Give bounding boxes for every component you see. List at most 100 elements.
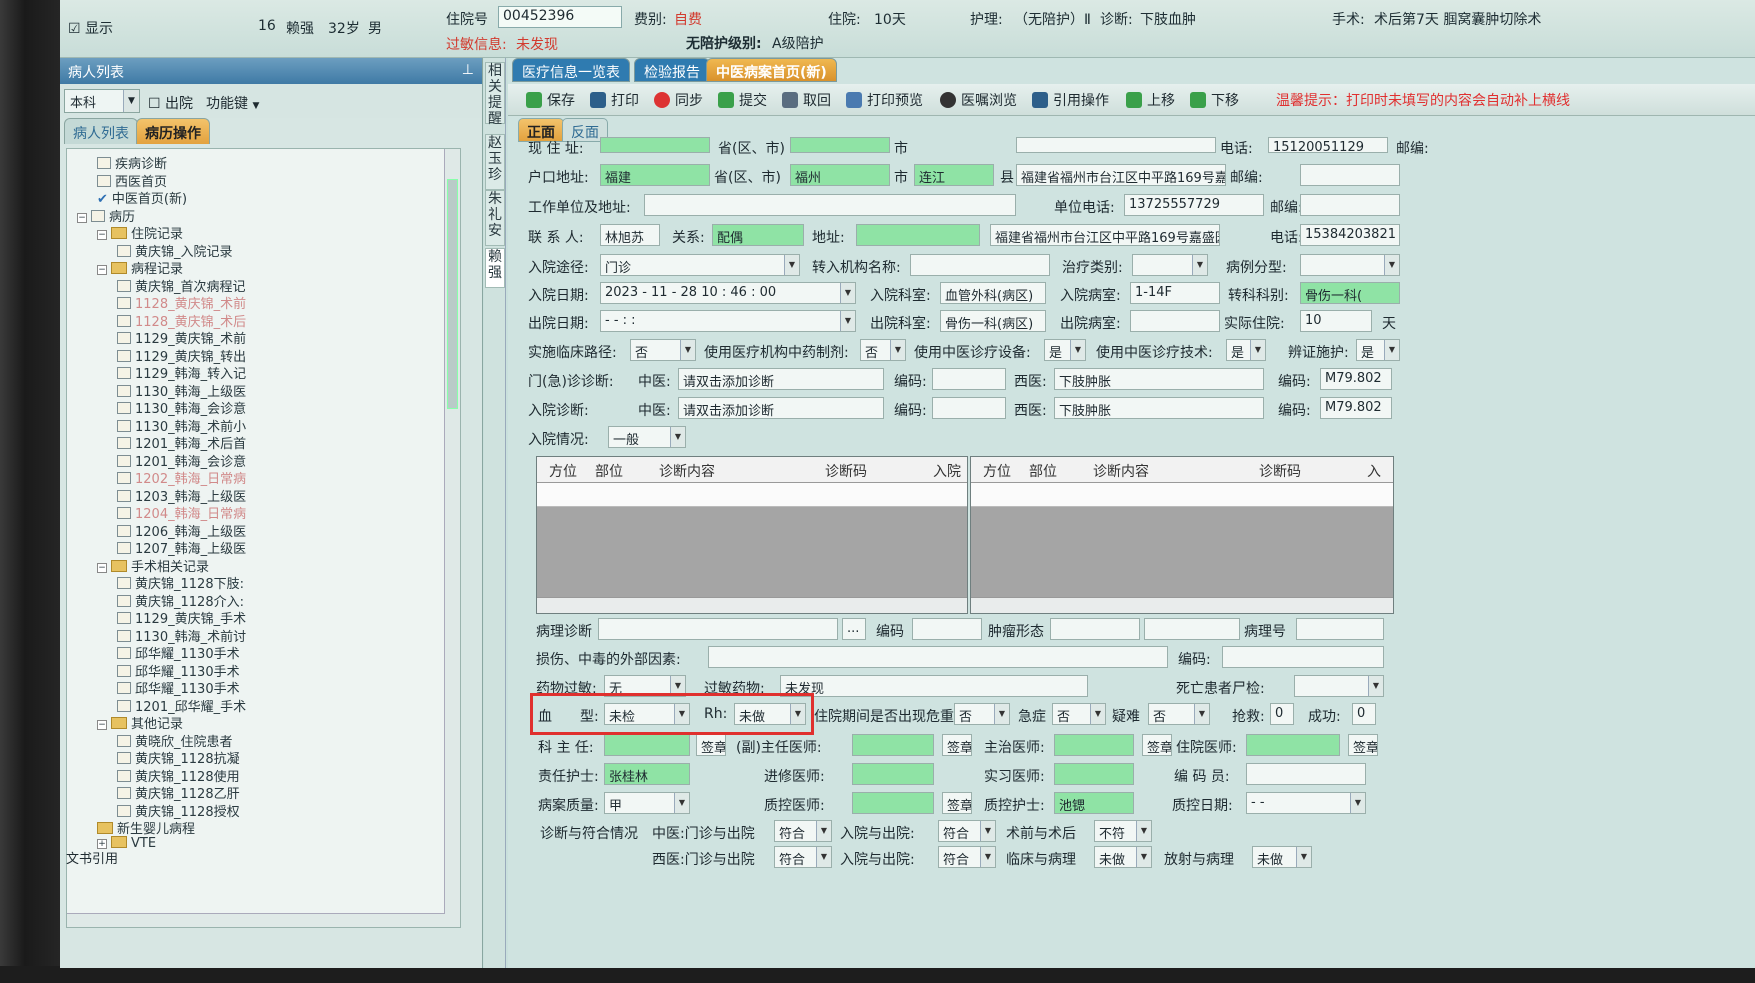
contact-address-green[interactable]: [856, 224, 980, 246]
rescue-field[interactable]: 0: [1270, 703, 1294, 725]
current-address-field[interactable]: [1016, 137, 1216, 153]
grid-column-header[interactable]: 诊断内容: [1093, 461, 1149, 481]
admit-wm-code-field[interactable]: M79.802: [1320, 397, 1392, 419]
admit-date-field[interactable]: 2023 - 11 - 28 10 : 46 : 00 ▼: [600, 282, 856, 304]
route-select[interactable]: 门诊 ▼: [600, 254, 800, 276]
wm-match-1-select[interactable]: 符合 ▼: [774, 846, 832, 868]
herbal-select[interactable]: 否 ▼: [860, 339, 906, 361]
tcm-match-2-select[interactable]: 符合 ▼: [938, 820, 996, 842]
tree-node[interactable]: 黄庆锦_1128使用: [117, 766, 240, 785]
table-row[interactable]: [971, 483, 1393, 507]
grid-column-header[interactable]: 诊断内容: [659, 461, 715, 481]
tree-node[interactable]: 疾病诊断: [97, 153, 167, 172]
grid-column-header[interactable]: 诊断码: [825, 461, 867, 481]
side-tab-reminder[interactable]: 相关提醒: [485, 62, 505, 127]
wm-match-4-select[interactable]: 未做 ▼: [1252, 846, 1312, 868]
actual-stay-field[interactable]: 10: [1300, 310, 1372, 332]
work-address-field[interactable]: [644, 194, 1016, 216]
tree-node[interactable]: 1129_韩海_转入记: [117, 363, 246, 382]
resident-field[interactable]: [1246, 734, 1340, 756]
tree-node[interactable]: 黄庆锦_入院记录: [117, 241, 233, 260]
tree-scrollbar[interactable]: [444, 149, 460, 927]
admit-wm-field[interactable]: 下肢肿胀: [1054, 397, 1264, 419]
tree-node[interactable]: 1129_黄庆锦_转出: [117, 346, 246, 365]
treat-type-select[interactable]: ▼: [1132, 254, 1208, 276]
er-wm-field[interactable]: 下肢肿胀: [1054, 368, 1264, 390]
attending-sign-button[interactable]: 签章: [1142, 734, 1172, 756]
current-city-field[interactable]: [790, 137, 890, 153]
tree-node[interactable]: 邱华耀_1130手术: [117, 643, 240, 662]
tree-node[interactable]: 1207_韩海_上级医: [117, 538, 246, 557]
contact-field[interactable]: 林旭苏: [600, 224, 660, 246]
discharge-dept-field[interactable]: 骨伤一科(病区): [940, 310, 1046, 332]
transfer-dept-field[interactable]: 骨伤一科(: [1300, 282, 1400, 304]
success-field[interactable]: 0: [1352, 703, 1376, 725]
qc-doctor-field[interactable]: [852, 792, 934, 814]
coder-field[interactable]: [1246, 763, 1366, 785]
chief-field[interactable]: [604, 734, 690, 756]
transfer-org-field[interactable]: [910, 254, 1050, 276]
current-province-field[interactable]: [600, 137, 710, 153]
discharge-ward-field[interactable]: [1130, 310, 1220, 332]
hukou-address-field[interactable]: 福建省福州市台江区中平路169号嘉: [1016, 164, 1226, 186]
pathology-browse-button[interactable]: ...: [842, 618, 866, 640]
emergency-select[interactable]: 否 ▼: [1052, 703, 1106, 725]
tree-node[interactable]: 黄庆锦_1128介入:: [117, 591, 244, 610]
er-tcm-field[interactable]: 请双击添加诊断: [678, 368, 884, 390]
admission-no-field[interactable]: 00452396: [498, 6, 622, 28]
tcm-match-3-select[interactable]: 不符 ▼: [1094, 820, 1152, 842]
tumor-field[interactable]: [1050, 618, 1140, 640]
resident-sign-button[interactable]: 签章: [1348, 734, 1378, 756]
scroll-thumb[interactable]: [447, 179, 458, 409]
table-row[interactable]: [537, 483, 967, 507]
difficult-select[interactable]: 否 ▼: [1148, 703, 1210, 725]
tree-node[interactable]: 1203_韩海_上级医: [117, 486, 246, 505]
pathology-code-field[interactable]: [912, 618, 982, 640]
er-tcm-code-field[interactable]: [932, 368, 1006, 390]
tree-node[interactable]: 黄庆锦_1128授权: [117, 801, 240, 820]
hukou-city-field[interactable]: 福州: [790, 164, 890, 186]
tree-node[interactable]: − 病历: [77, 206, 135, 225]
expand-toggle-icon[interactable]: −: [97, 265, 107, 275]
er-wm-code-field[interactable]: M79.802: [1320, 368, 1392, 390]
expand-toggle-icon[interactable]: +: [97, 838, 107, 849]
expand-toggle-icon[interactable]: −: [97, 562, 107, 573]
tree-node[interactable]: 邱华耀_1130手术: [117, 678, 240, 697]
deputy-sign-button[interactable]: 签章: [942, 734, 972, 756]
side-tab-patient-2[interactable]: 朱礼安: [485, 190, 505, 246]
pin-icon[interactable]: ⊥: [462, 62, 474, 78]
autopsy-select[interactable]: ▼: [1294, 675, 1384, 697]
injury-field[interactable]: [708, 646, 1168, 668]
syndrome-select[interactable]: 是 ▼: [1356, 339, 1400, 361]
tab-record-ops[interactable]: 病历操作: [136, 118, 210, 144]
tree-node[interactable]: 1130_韩海_上级医: [117, 381, 246, 400]
tree-node[interactable]: − 住院记录: [97, 223, 183, 242]
grid-column-header[interactable]: 部位: [595, 461, 623, 481]
deputy-field[interactable]: [852, 734, 934, 756]
side-tab-patient-1[interactable]: 赵玉珍: [485, 134, 505, 190]
qc-sign-button[interactable]: 签章: [942, 792, 972, 814]
tree-node[interactable]: 1204_韩海_日常病: [117, 503, 246, 522]
admit-dept-field[interactable]: 血管外科(病区): [940, 282, 1046, 304]
tree-node[interactable]: 1130_韩海_术前讨: [117, 626, 246, 645]
tree-node[interactable]: 黄庆锦_首次病程记: [117, 276, 246, 295]
critical-select[interactable]: 否 ▼: [954, 703, 1010, 725]
tree-node[interactable]: 1128_黄庆锦_术前: [117, 293, 246, 312]
tree-node[interactable]: 黄晓欣_住院患者: [117, 731, 233, 750]
wm-match-2-select[interactable]: 符合 ▼: [938, 846, 996, 868]
tree-node[interactable]: 黄庆锦_1128乙肝: [117, 783, 240, 802]
admit-cond-select[interactable]: 一般 ▼: [608, 426, 686, 448]
expand-toggle-icon[interactable]: −: [97, 720, 107, 730]
grid-column-header[interactable]: 部位: [1029, 461, 1057, 481]
tcm-tech-select[interactable]: 是 ▼: [1226, 339, 1266, 361]
tree-node[interactable]: 1129_黄庆锦_手术: [117, 608, 246, 627]
tree-node[interactable]: − 其他记录: [97, 713, 183, 732]
tree-node[interactable]: 1202_韩海_日常病: [117, 468, 246, 487]
expand-toggle-icon[interactable]: −: [77, 212, 87, 223]
hukou-postcode-field[interactable]: [1300, 164, 1400, 186]
tree-node[interactable]: 1130_韩海_会诊意: [117, 398, 246, 417]
tree-node[interactable]: 1130_韩海_术前小: [117, 416, 246, 435]
tab-patient-list[interactable]: 病人列表: [64, 118, 138, 144]
admit-tcm-code-field[interactable]: [932, 397, 1006, 419]
tree-node[interactable]: 黄庆锦_1128抗凝: [117, 748, 240, 767]
